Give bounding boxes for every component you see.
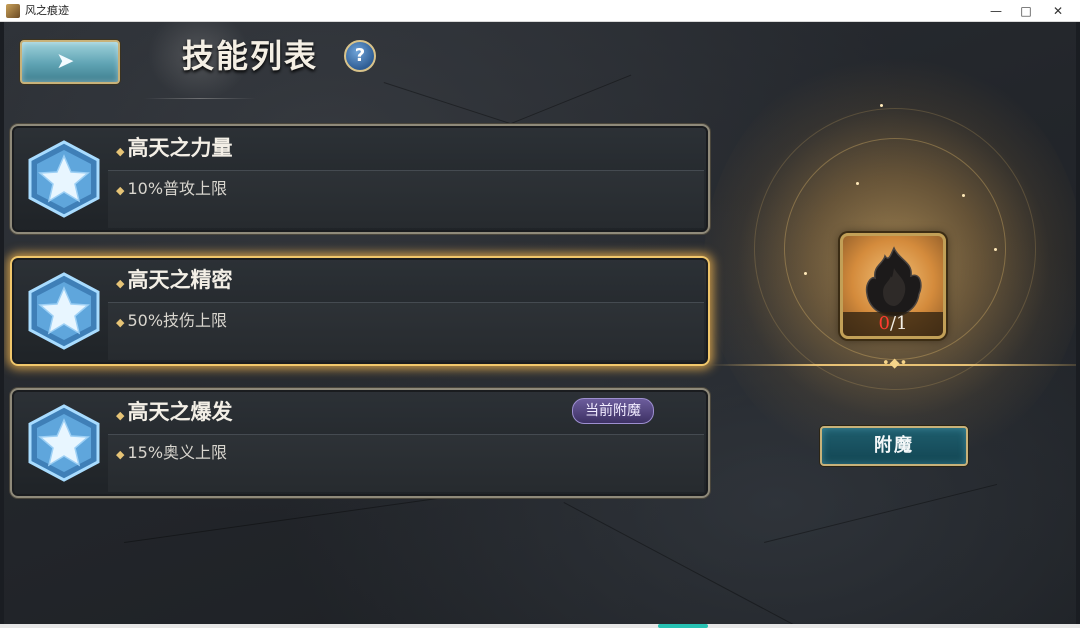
- taskbar-strip: [0, 624, 1080, 628]
- diamond-bullet-icon: ◆: [116, 145, 125, 158]
- skill-description-text: 50%技伤上限: [127, 311, 228, 330]
- sparkle: [880, 104, 883, 107]
- window-title: 风之痕迹: [25, 4, 69, 17]
- skill-name: ◆ 高天之爆发: [116, 398, 232, 430]
- background-crack: [563, 502, 794, 624]
- item-count-need: 1: [896, 313, 908, 334]
- item-count-have: 0: [878, 313, 890, 334]
- sparkle: [804, 272, 807, 275]
- skill-row-divider: [108, 302, 704, 303]
- skill-name: ◆ 高天之力量: [116, 134, 232, 166]
- star-shield-icon: [28, 140, 100, 218]
- skill-name-text: 高天之力量: [127, 135, 233, 160]
- current-enchant-badge: 当前附魔: [572, 398, 654, 424]
- back-arrow-icon: ➤: [56, 49, 75, 74]
- app-icon: [6, 4, 20, 18]
- maximize-button[interactable]: □: [1010, 0, 1042, 22]
- taskbar-indicator: [658, 624, 708, 628]
- diamond-ornament-icon: •◆•: [882, 356, 908, 371]
- enchant-button[interactable]: 附魔: [820, 426, 968, 466]
- game-screen: ➤ 技能列表 ? ◆ 高天之力量 ◆ 10%普攻上限 ◆ 高天之精密 ◆ 50%技伤上限: [4, 22, 1076, 624]
- skill-name-text: 高天之精密: [127, 267, 233, 292]
- page-title: 技能列表: [182, 37, 319, 75]
- diamond-bullet-icon: ◆: [116, 184, 125, 197]
- help-button[interactable]: ?: [344, 40, 376, 72]
- dark-flame-icon: [865, 246, 922, 317]
- enchant-material-slot[interactable]: 0/1: [840, 233, 946, 339]
- sparkle: [856, 182, 859, 185]
- background-crack: [124, 497, 442, 543]
- diamond-bullet-icon: ◆: [116, 448, 125, 461]
- close-button[interactable]: ✕: [1042, 0, 1074, 22]
- star-shield-icon: [28, 272, 100, 350]
- skill-row-burst[interactable]: ◆ 高天之爆发 当前附魔 ◆ 15%奥义上限: [10, 388, 710, 498]
- window-titlebar: 风之痕迹 — □ ✕: [0, 0, 1080, 22]
- back-button[interactable]: ➤: [20, 40, 120, 84]
- sparkle: [962, 194, 965, 197]
- title-underline: [144, 98, 256, 99]
- skill-row-divider: [108, 434, 704, 435]
- skill-name-text: 高天之爆发: [127, 399, 233, 424]
- background-crack: [764, 483, 998, 543]
- diamond-bullet-icon: ◆: [116, 409, 125, 422]
- skill-name: ◆ 高天之精密: [116, 266, 232, 298]
- star-shield-icon: [28, 404, 100, 482]
- skill-row-precision[interactable]: ◆ 高天之精密 ◆ 50%技伤上限: [10, 256, 710, 366]
- skill-description: ◆ 15%奥义上限: [116, 440, 227, 468]
- skill-row-power[interactable]: ◆ 高天之力量 ◆ 10%普攻上限: [10, 124, 710, 234]
- sparkle: [994, 248, 997, 251]
- skill-description: ◆ 50%技伤上限: [116, 308, 227, 336]
- skill-description-text: 15%奥义上限: [127, 443, 228, 462]
- diamond-bullet-icon: ◆: [116, 316, 125, 329]
- item-count: 0/1: [843, 312, 943, 336]
- skill-description: ◆ 10%普攻上限: [116, 176, 227, 204]
- diamond-bullet-icon: ◆: [116, 277, 125, 290]
- minimize-button[interactable]: —: [980, 0, 1012, 22]
- skill-row-divider: [108, 170, 704, 171]
- skill-description-text: 10%普攻上限: [127, 179, 228, 198]
